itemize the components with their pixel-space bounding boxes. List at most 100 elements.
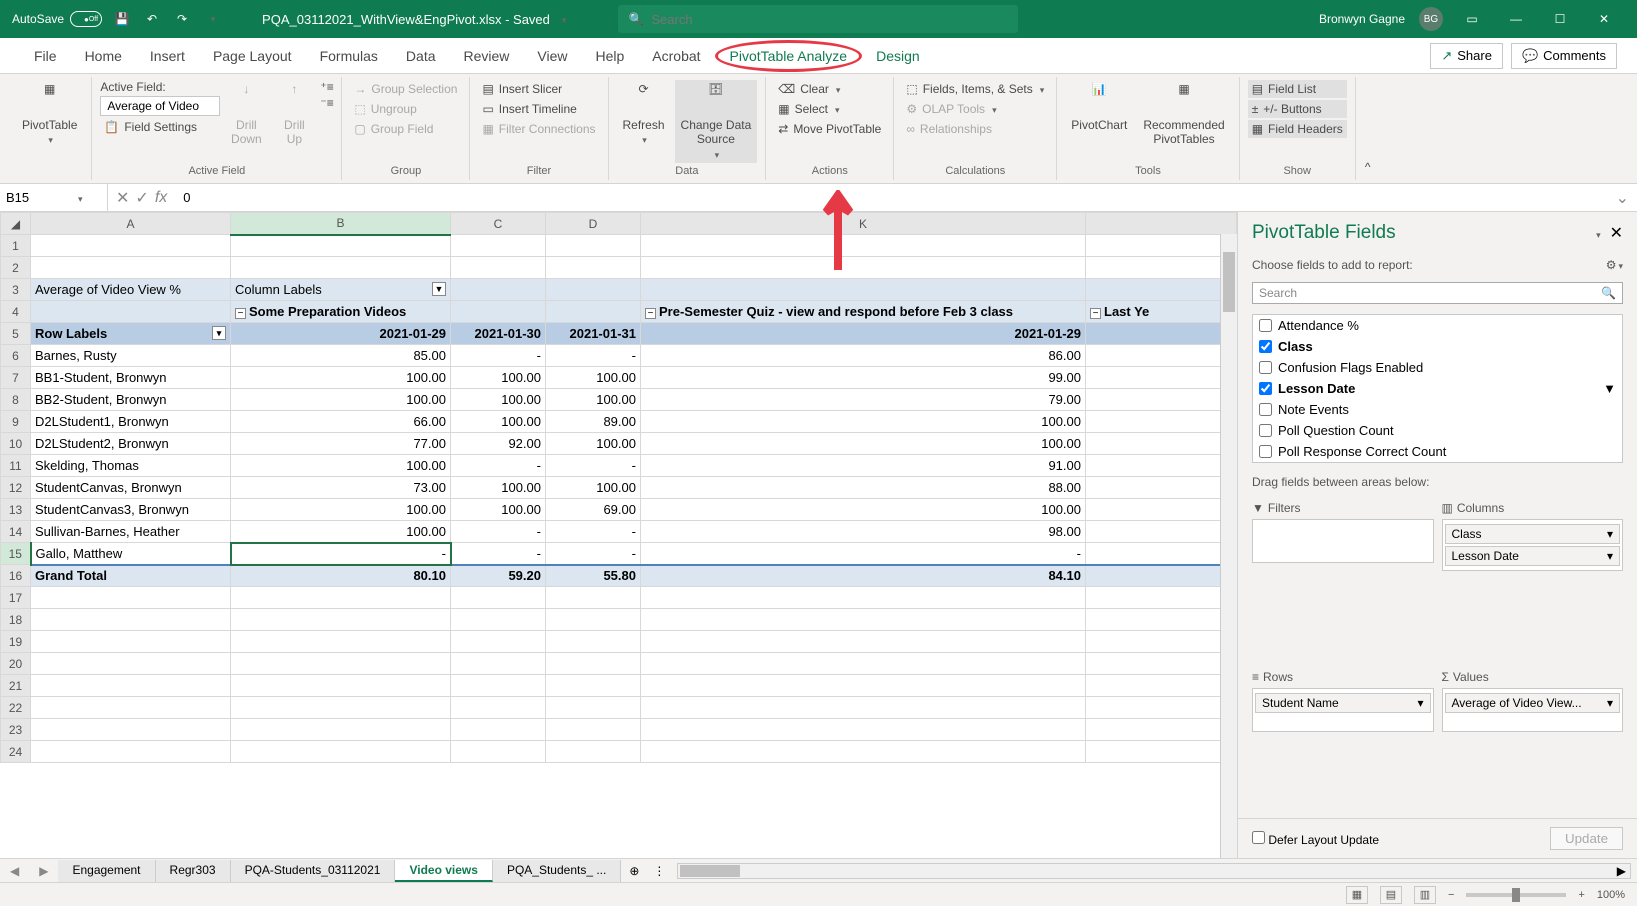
gear-icon[interactable]: ⚙ [1606,258,1623,272]
row-header[interactable]: 17 [1,587,31,609]
cell[interactable] [231,257,451,279]
col-header[interactable]: D [546,213,641,235]
cell[interactable]: - [231,543,451,565]
cell[interactable] [1086,257,1237,279]
cell[interactable] [31,675,231,697]
user-name[interactable]: Bronwyn Gagne [1319,12,1405,26]
cell[interactable] [1086,411,1237,433]
cell[interactable] [641,631,1086,653]
collapse-ribbon-button[interactable]: ^ [1356,77,1380,180]
tab-file[interactable]: File [20,40,71,72]
cell[interactable] [546,587,641,609]
cell[interactable] [1086,323,1237,345]
tab-review[interactable]: Review [450,40,524,72]
select-all-cell[interactable]: ◢ [1,213,31,235]
collapse-field-icon[interactable]: ⁻≡ [320,96,333,110]
cell[interactable]: 2021-01-31 [546,323,641,345]
undo-icon[interactable]: ↶ [142,9,162,29]
cell[interactable]: - [451,543,546,565]
cell[interactable] [546,257,641,279]
row-header[interactable]: 5 [1,323,31,345]
cell[interactable] [546,609,641,631]
pane-options-icon[interactable] [1594,225,1601,242]
cell[interactable] [1086,367,1237,389]
tab-nav-prev[interactable]: ◀ [0,864,29,878]
field-item[interactable]: Note Events [1253,399,1622,420]
cell[interactable] [641,697,1086,719]
filters-drop-area[interactable] [1252,519,1434,563]
cell[interactable] [546,697,641,719]
cell[interactable] [641,675,1086,697]
sheet-tab[interactable]: PQA_Students_ ... [493,860,621,882]
field-settings-button[interactable]: 📋Field Settings [100,118,220,136]
horizontal-scrollbar[interactable]: ◀▶ [677,863,1631,879]
cell[interactable] [641,609,1086,631]
field-item[interactable]: Class [1253,336,1622,357]
zoom-in[interactable]: + [1578,889,1584,901]
col-header[interactable]: B [231,213,451,235]
tab-pivottable-analyze[interactable]: PivotTable Analyze [715,40,863,72]
cell[interactable] [451,653,546,675]
row-header[interactable]: 3 [1,279,31,301]
cell[interactable] [231,675,451,697]
cell[interactable]: Skelding, Thomas [31,455,231,477]
maximize-icon[interactable]: ☐ [1545,4,1575,34]
cell[interactable] [1086,455,1237,477]
cell[interactable] [1086,433,1237,455]
cell[interactable] [451,631,546,653]
tab-home[interactable]: Home [71,40,136,72]
zoom-slider[interactable] [1466,893,1566,897]
share-button[interactable]: ↗Share [1430,43,1503,69]
cell[interactable] [231,653,451,675]
cell[interactable] [1086,675,1237,697]
cell[interactable] [546,631,641,653]
select-button[interactable]: ▦Select [774,100,885,118]
cell[interactable] [1086,499,1237,521]
cell[interactable] [641,719,1086,741]
zoom-out[interactable]: − [1448,889,1454,901]
doc-title-menu[interactable] [560,12,567,26]
cell[interactable] [231,697,451,719]
columns-drop-area[interactable]: Class▾Lesson Date▾ [1442,519,1624,571]
cell[interactable]: - [641,543,1086,565]
cell[interactable]: −Last Ye [1086,301,1237,323]
field-item[interactable]: Attendance % [1253,315,1622,336]
cell[interactable] [1086,521,1237,543]
cell[interactable]: 100.00 [231,521,451,543]
cell[interactable] [451,741,546,763]
enter-formula-icon[interactable]: ✓ [135,188,148,208]
cell[interactable] [31,631,231,653]
col-header[interactable] [1086,213,1237,235]
cell[interactable]: 91.00 [641,455,1086,477]
clear-button[interactable]: ⌫Clear [774,80,885,98]
cell[interactable]: 100.00 [231,499,451,521]
cell[interactable] [1086,565,1237,587]
row-header[interactable]: 14 [1,521,31,543]
vertical-scrollbar[interactable] [1220,234,1237,858]
cell[interactable]: Average of Video View % [31,279,231,301]
cell[interactable] [451,587,546,609]
area-pill[interactable]: Student Name▾ [1255,693,1431,713]
cell[interactable]: 100.00 [231,367,451,389]
expand-formula-bar[interactable]: ⌄ [1608,188,1637,208]
active-field-input[interactable] [100,96,220,116]
cell[interactable]: 86.00 [641,345,1086,367]
cell[interactable]: - [451,455,546,477]
zoom-level[interactable]: 100% [1597,889,1625,901]
field-list[interactable]: Attendance % Class Confusion Flags Enabl… [1252,314,1623,463]
cell[interactable] [546,741,641,763]
cell[interactable] [641,279,1086,301]
cell[interactable] [451,697,546,719]
cell[interactable]: - [546,345,641,367]
autosave-toggle[interactable]: AutoSave ● Off [12,11,102,27]
cell[interactable] [31,301,231,323]
change-data-source-button[interactable]: 🗄Change Data Source [675,80,758,163]
cell[interactable] [1086,543,1237,565]
cell[interactable] [231,587,451,609]
cell[interactable]: 80.10 [231,565,451,587]
cell[interactable] [451,279,546,301]
fx-icon[interactable]: fx [155,189,167,207]
cell[interactable] [641,653,1086,675]
cell[interactable] [31,257,231,279]
tab-insert[interactable]: Insert [136,40,199,72]
